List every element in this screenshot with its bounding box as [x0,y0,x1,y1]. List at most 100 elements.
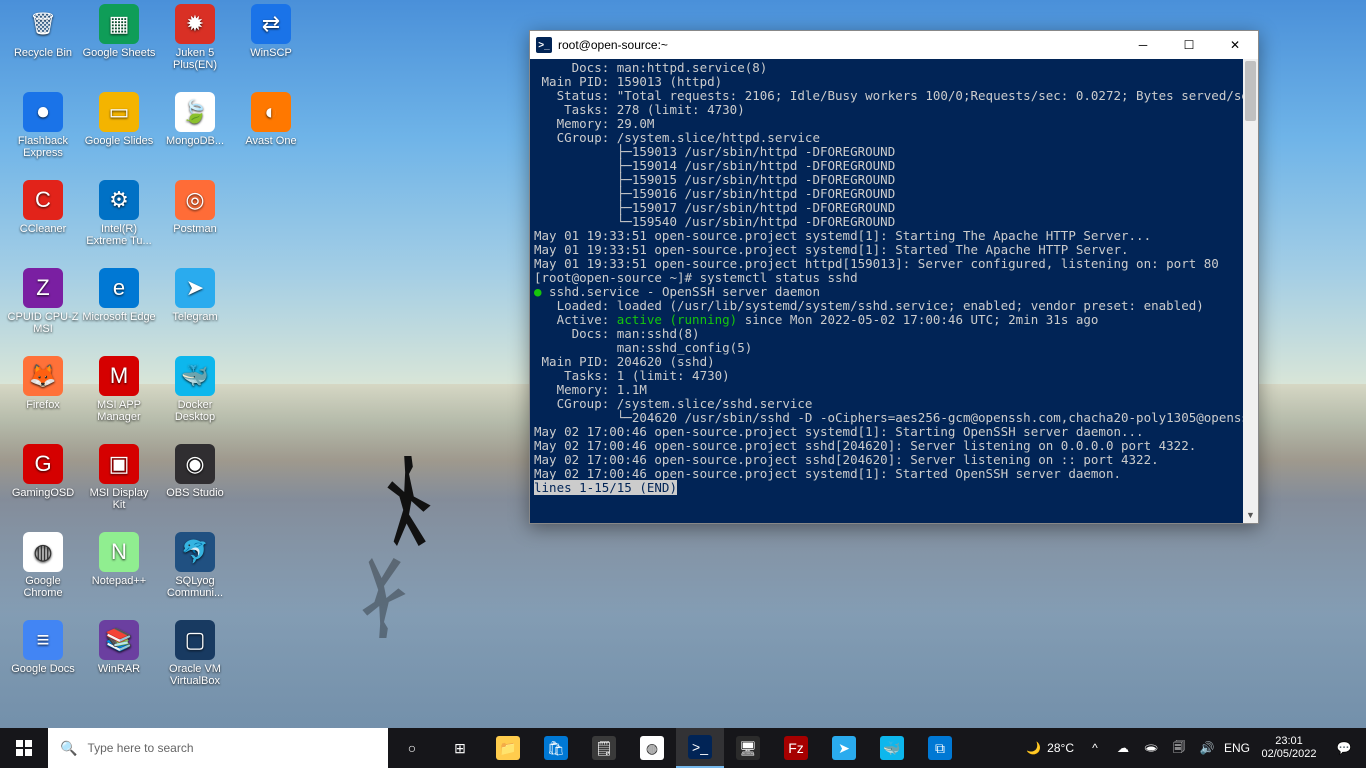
icon-label: Google Docs [6,663,80,675]
desktop-icon-obs-studio[interactable]: ◉OBS Studio [158,444,232,499]
desktop-icon-flashback-express[interactable]: ⏺Flashback Express [6,92,80,159]
desktop-icon-msi-app-manager[interactable]: M MSI APP Manager [82,356,156,423]
app-icon: ≡ [23,620,63,660]
desktop-icon-microsoft-edge[interactable]: eMicrosoft Edge [82,268,156,323]
desktop-icon-sqlyog-communi-[interactable]: 🐬SQLyog Communi... [158,532,232,599]
desktop-icon-winrar[interactable]: 📚WinRAR [82,620,156,675]
desktop-icon-gamingosd[interactable]: GGamingOSD [6,444,80,499]
icon-label: Postman [158,223,232,235]
desktop-icon-google-docs[interactable]: ≡ Google Docs [6,620,80,675]
app-icon: 📚 [99,620,139,660]
icon-label: Google Sheets [82,47,156,59]
app-icon: ▭ [99,92,139,132]
weather-icon: 🌙 [1026,741,1041,755]
weather-widget[interactable]: 🌙 28°C [1016,728,1084,768]
tray-icon-4[interactable]: 🔊 [1198,741,1216,755]
desktop-icon-firefox[interactable]: 🦊Firefox [6,356,80,411]
vscode-icon: ⧉ [928,736,952,760]
terminal-window[interactable]: >_ root@open-source:~ ─ ☐ ✕ Docs: man:ht… [529,30,1259,524]
maximize-button[interactable]: ☐ [1166,31,1212,59]
desktop-icon-postman[interactable]: ◎ Postman [158,180,232,235]
terminal-line: Docs: man:httpd.service(8) [534,61,1254,75]
taskbar-xbox[interactable]: 🗒 [580,728,628,768]
clock-time: 23:01 [1256,735,1322,748]
windows-logo-icon [16,740,32,756]
icon-label: Recycle Bin [6,47,80,59]
app-icon: ▢ [175,620,215,660]
desktop-icon-juken-5-plus-en-[interactable]: ✹Juken 5 Plus(EN) [158,4,232,71]
desktop-icon-notepad-[interactable]: NNotepad++ [82,532,156,587]
desktop-icon-ccleaner[interactable]: CCCleaner [6,180,80,235]
app-icon: e [99,268,139,308]
app-icon: 🐬 [175,532,215,572]
terminal-line: └─159540 /usr/sbin/httpd -DFOREGROUND [534,215,1254,229]
window-titlebar[interactable]: >_ root@open-source:~ ─ ☐ ✕ [530,31,1258,59]
taskbar-powershell[interactable]: >_ [676,728,724,768]
icon-label: Google Chrome [6,575,80,599]
app-icon: G [23,444,63,484]
taskbar-microsoft-store[interactable]: 🛍 [532,728,580,768]
powershell-icon: >_ [688,735,712,759]
terminal-line: May 01 19:33:51 open-source.project http… [534,257,1254,271]
minimize-button[interactable]: ─ [1120,31,1166,59]
tray-icon-1[interactable]: ☁ [1114,741,1132,755]
putty-icon: 🖥 [736,736,760,760]
app-icon: ◐ [251,92,291,132]
desktop-icon-telegram[interactable]: ➤Telegram [158,268,232,323]
terminal-scrollbar[interactable]: ▲ ▼ [1243,59,1258,523]
terminal-line: [root@open-source ~]# systemctl status s… [534,271,1254,285]
desktop-icon-recycle-bin[interactable]: 🗑Recycle Bin [6,4,80,59]
tray-icon-3[interactable]: 🗐 [1170,738,1188,759]
taskbar: 🔍 Type here to search ○ ⊞📁🛍🗒◍ >_ 🖥 Fz➤🐳 ⧉ 🌙 2… [0,728,1366,768]
app-icon: M [99,356,139,396]
taskbar-task-view[interactable]: ⊞ [436,728,484,768]
terminal-line: Memory: 1.1M [534,383,1254,397]
powershell-icon: >_ [536,37,552,53]
terminal-line: Docs: man:sshd(8) [534,327,1254,341]
app-icon: ◎ [175,180,215,220]
system-tray[interactable]: ^ ☁ 🕳 🗐 🔊 [1084,728,1218,768]
desktop-icon-winscp[interactable]: ⇄WinSCP [234,4,308,59]
scroll-thumb[interactable] [1245,61,1256,121]
desktop-icon-msi-display-kit[interactable]: ▣MSI Display Kit [82,444,156,511]
taskbar-cortana[interactable]: ○ [388,728,436,768]
taskbar-file-explorer[interactable]: 📁 [484,728,532,768]
terminal-line: lines 1-15/15 (END) [534,481,1254,495]
desktop-icon-oracle-vm-virtualbox[interactable]: ▢Oracle VM VirtualBox [158,620,232,687]
terminal-output[interactable]: Docs: man:httpd.service(8) Main PID: 159… [530,59,1258,523]
tray-icon-0[interactable]: ^ [1086,741,1104,755]
taskbar-filezilla[interactable]: Fz [772,728,820,768]
desktop-icon-google-chrome[interactable]: ◍Google Chrome [6,532,80,599]
taskbar-vscode[interactable]: ⧉ [916,728,964,768]
taskbar-telegram[interactable]: ➤ [820,728,868,768]
desktop-icon-docker-desktop[interactable]: 🐳Docker Desktop [158,356,232,423]
language-indicator[interactable]: ENG [1218,728,1256,768]
icon-label: CPUID CPU-Z MSI [6,311,80,335]
start-button[interactable] [0,728,48,768]
desktop-icon-avast-one[interactable]: ◐Avast One [234,92,308,147]
app-icon: ◉ [175,444,215,484]
icon-label: Intel(R) Extreme Tu... [82,223,156,247]
desktop-icon-intel-r-extreme-tu-[interactable]: ⚙Intel(R) Extreme Tu... [82,180,156,247]
action-center-button[interactable]: 💬 [1322,728,1366,768]
taskbar-chrome[interactable]: ◍ [628,728,676,768]
taskbar-spacer [964,728,1016,768]
close-button[interactable]: ✕ [1212,31,1258,59]
terminal-line: Memory: 29.0M [534,117,1254,131]
taskbar-putty[interactable]: 🖥 [724,728,772,768]
desktop-icon-mongodb-[interactable]: 🍃MongoDB... [158,92,232,147]
search-box[interactable]: 🔍 Type here to search [48,728,388,768]
scroll-down-icon[interactable]: ▼ [1243,508,1258,523]
tray-icon-2[interactable]: 🕳 [1142,741,1160,755]
desktop-icon-google-sheets[interactable]: ▦Google Sheets [82,4,156,59]
clock[interactable]: 23:01 02/05/2022 [1256,728,1322,768]
icon-label: MSI APP Manager [82,399,156,423]
cortana-icon: ○ [400,736,424,760]
window-title: root@open-source:~ [558,38,1120,52]
desktop-icon-google-slides[interactable]: ▭Google Slides [82,92,156,147]
terminal-line: Loaded: loaded (/usr/lib/systemd/system/… [534,299,1254,313]
desktop-icon-cpuid-cpu-z-msi[interactable]: ZCPUID CPU-Z MSI [6,268,80,335]
app-icon: N [99,532,139,572]
taskbar-docker[interactable]: 🐳 [868,728,916,768]
terminal-line: May 02 17:00:46 open-source.project syst… [534,467,1254,481]
